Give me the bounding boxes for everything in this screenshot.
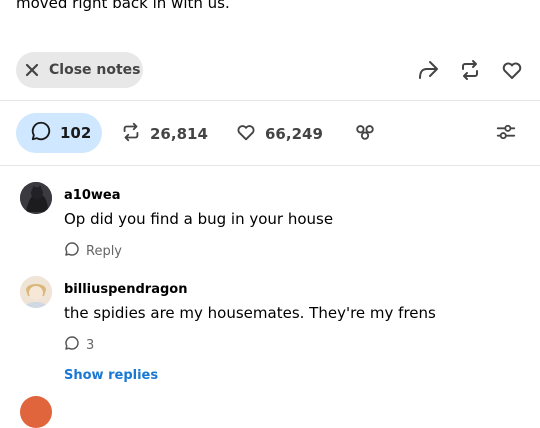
reblog-icon[interactable] [457, 57, 483, 83]
comments-count: 102 [60, 124, 92, 142]
reply-button[interactable]: Reply [64, 241, 122, 261]
comments-tab[interactable]: 102 [16, 113, 102, 153]
comment-icon [30, 120, 52, 146]
avatar[interactable] [20, 396, 52, 428]
reply-count-button[interactable]: 3 [64, 335, 94, 355]
reply-count: 3 [86, 337, 95, 353]
avatar[interactable] [20, 276, 52, 308]
reblogs-tab[interactable]: 26,814 [120, 121, 208, 147]
post-body-text: moved right back in with us. [16, 0, 230, 12]
community-icon [354, 121, 376, 147]
heart-icon [235, 121, 257, 147]
close-notes-button[interactable]: Close notes [16, 52, 143, 88]
likes-count: 66,249 [265, 125, 323, 143]
reply-label: Reply [86, 243, 123, 259]
reblog-icon [120, 121, 142, 147]
avatar[interactable] [20, 182, 52, 214]
notes-bar: 102 26,814 66,249 [0, 101, 540, 165]
comment-icon [64, 335, 80, 355]
filter-icon [495, 121, 517, 147]
community-tab[interactable] [354, 121, 376, 147]
like-icon[interactable] [499, 57, 525, 83]
filter-button[interactable] [495, 121, 517, 147]
reply-username[interactable]: billiuspendragon [64, 282, 187, 297]
show-replies-link[interactable]: Show replies [64, 368, 158, 383]
reply-text: the spidies are my housemates. They're m… [64, 304, 436, 322]
share-icon[interactable] [415, 57, 441, 83]
comment-icon [64, 241, 80, 261]
close-icon [25, 63, 39, 77]
reblogs-count: 26,814 [150, 125, 208, 143]
divider [0, 165, 540, 166]
reply-text: Op did you find a bug in your house [64, 210, 334, 228]
reply-username[interactable]: a10wea [64, 188, 120, 203]
likes-tab[interactable]: 66,249 [235, 121, 323, 147]
close-notes-label: Close notes [49, 62, 141, 78]
